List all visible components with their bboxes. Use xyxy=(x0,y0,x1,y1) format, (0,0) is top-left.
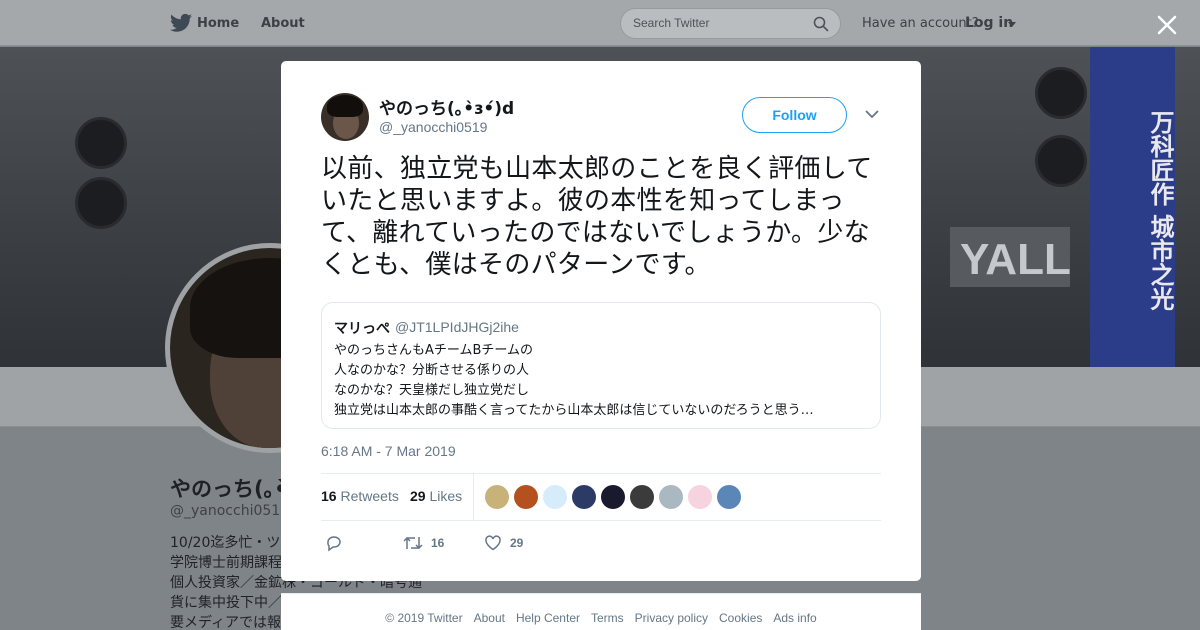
traffic-light-shape xyxy=(1035,135,1087,187)
login-link[interactable]: Log in xyxy=(965,15,1013,31)
search-icon[interactable] xyxy=(813,16,829,32)
twitter-bird-icon[interactable] xyxy=(170,13,192,33)
retweet-button[interactable]: 16 xyxy=(403,534,444,552)
liker-avatar[interactable] xyxy=(601,485,625,509)
retweet-icon xyxy=(403,536,423,550)
follow-button[interactable]: Follow xyxy=(742,97,847,133)
divider xyxy=(321,520,881,521)
liker-avatar[interactable] xyxy=(659,485,683,509)
tweet-timestamp[interactable]: 6:18 AM - 7 Mar 2019 xyxy=(321,443,456,459)
quoted-text-line: やのっちさんもAチームBチームの xyxy=(334,343,534,358)
liker-avatar[interactable] xyxy=(688,485,712,509)
retweets-label: Retweets xyxy=(340,488,399,504)
like-count: 29 xyxy=(510,536,524,550)
avatar-hair-shape xyxy=(327,95,363,117)
search-input[interactable] xyxy=(633,16,803,30)
footer-copyright: © 2019 Twitter xyxy=(385,611,463,625)
close-icon[interactable] xyxy=(1154,12,1180,38)
heart-icon xyxy=(485,535,501,551)
likes-stat[interactable]: 29 Likes xyxy=(410,488,462,504)
footer-link-terms[interactable]: Terms xyxy=(591,611,624,625)
traffic-light-shape xyxy=(1035,67,1087,119)
banner-shop-text: YALL xyxy=(960,235,1071,284)
tweet-text: 以前、独立党も山本太郎のことを良く評価していたと思いますよ。彼の本性を知ってしま… xyxy=(321,154,873,280)
like-button[interactable]: 29 xyxy=(484,534,523,552)
liker-avatar[interactable] xyxy=(485,485,509,509)
tweet-modal: やのっち(｡•̀ɜ•́)d @_yanocchi0519 Follow 以前、独… xyxy=(281,61,921,581)
liker-avatar[interactable] xyxy=(630,485,654,509)
footer-link-cookies[interactable]: Cookies xyxy=(719,611,762,625)
likes-count: 29 xyxy=(410,488,426,504)
quoted-text-line: 独立党は山本太郎の事酷く言ってたから山本太郎は信じていないのだろうと思う… xyxy=(334,403,814,418)
retweets-stat[interactable]: 16 Retweets xyxy=(321,488,399,504)
footer-link-about[interactable]: About xyxy=(474,611,505,625)
quoted-text-line: なのかな？天皇様だし独立党だし xyxy=(334,383,530,398)
author-avatar[interactable] xyxy=(321,93,369,141)
footer-link-help-center[interactable]: Help Center xyxy=(516,611,580,625)
likes-label: Likes xyxy=(429,488,463,504)
chevron-down-icon[interactable] xyxy=(865,109,879,119)
search-box[interactable] xyxy=(620,8,841,39)
login-caret-icon[interactable] xyxy=(1008,22,1016,27)
banner-sign-text: 万科匠作 城市之光 xyxy=(1146,109,1174,311)
quoted-author-name: マリっぺ xyxy=(334,321,390,337)
liker-avatars xyxy=(485,485,741,509)
divider xyxy=(321,473,881,474)
liker-avatar[interactable] xyxy=(717,485,741,509)
liker-avatar[interactable] xyxy=(543,485,567,509)
liker-avatar[interactable] xyxy=(572,485,596,509)
liker-avatar[interactable] xyxy=(514,485,538,509)
have-account-text: Have an account? xyxy=(862,16,979,31)
nav-home-link[interactable]: Home xyxy=(197,16,239,31)
quoted-text-line: 人なのかな？分断させる係りの人 xyxy=(334,363,530,378)
divider xyxy=(473,473,474,520)
profile-handle: @_yanocchi0519 xyxy=(170,503,290,519)
quoted-tweet[interactable]: マリっぺ @JT1LPIdJHGj2ihe やのっちさんもAチームBチームの 人… xyxy=(321,302,881,429)
top-navigation-bar: Home About Have an account? Log in xyxy=(0,0,1200,46)
footer-links: © 2019 Twitter About Help Center Terms P… xyxy=(281,611,921,625)
nav-about-link[interactable]: About xyxy=(261,16,305,31)
author-handle[interactable]: @_yanocchi0519 xyxy=(379,119,487,135)
banner-vertical-sign: 万科匠作 城市之光 xyxy=(1090,47,1175,367)
retweets-count: 16 xyxy=(321,488,337,504)
reply-button[interactable] xyxy=(325,534,351,552)
author-name[interactable]: やのっち(｡•̀ɜ•́)d xyxy=(379,94,514,119)
reply-icon xyxy=(327,536,341,552)
footer: © 2019 Twitter About Help Center Terms P… xyxy=(281,593,921,630)
traffic-light-shape xyxy=(75,117,127,169)
footer-link-ads-info[interactable]: Ads info xyxy=(773,611,816,625)
quoted-author-handle: @JT1LPIdJHGj2ihe xyxy=(395,319,519,335)
footer-link-privacy[interactable]: Privacy policy xyxy=(635,611,708,625)
traffic-light-shape xyxy=(75,177,127,229)
retweet-count: 16 xyxy=(431,536,445,550)
